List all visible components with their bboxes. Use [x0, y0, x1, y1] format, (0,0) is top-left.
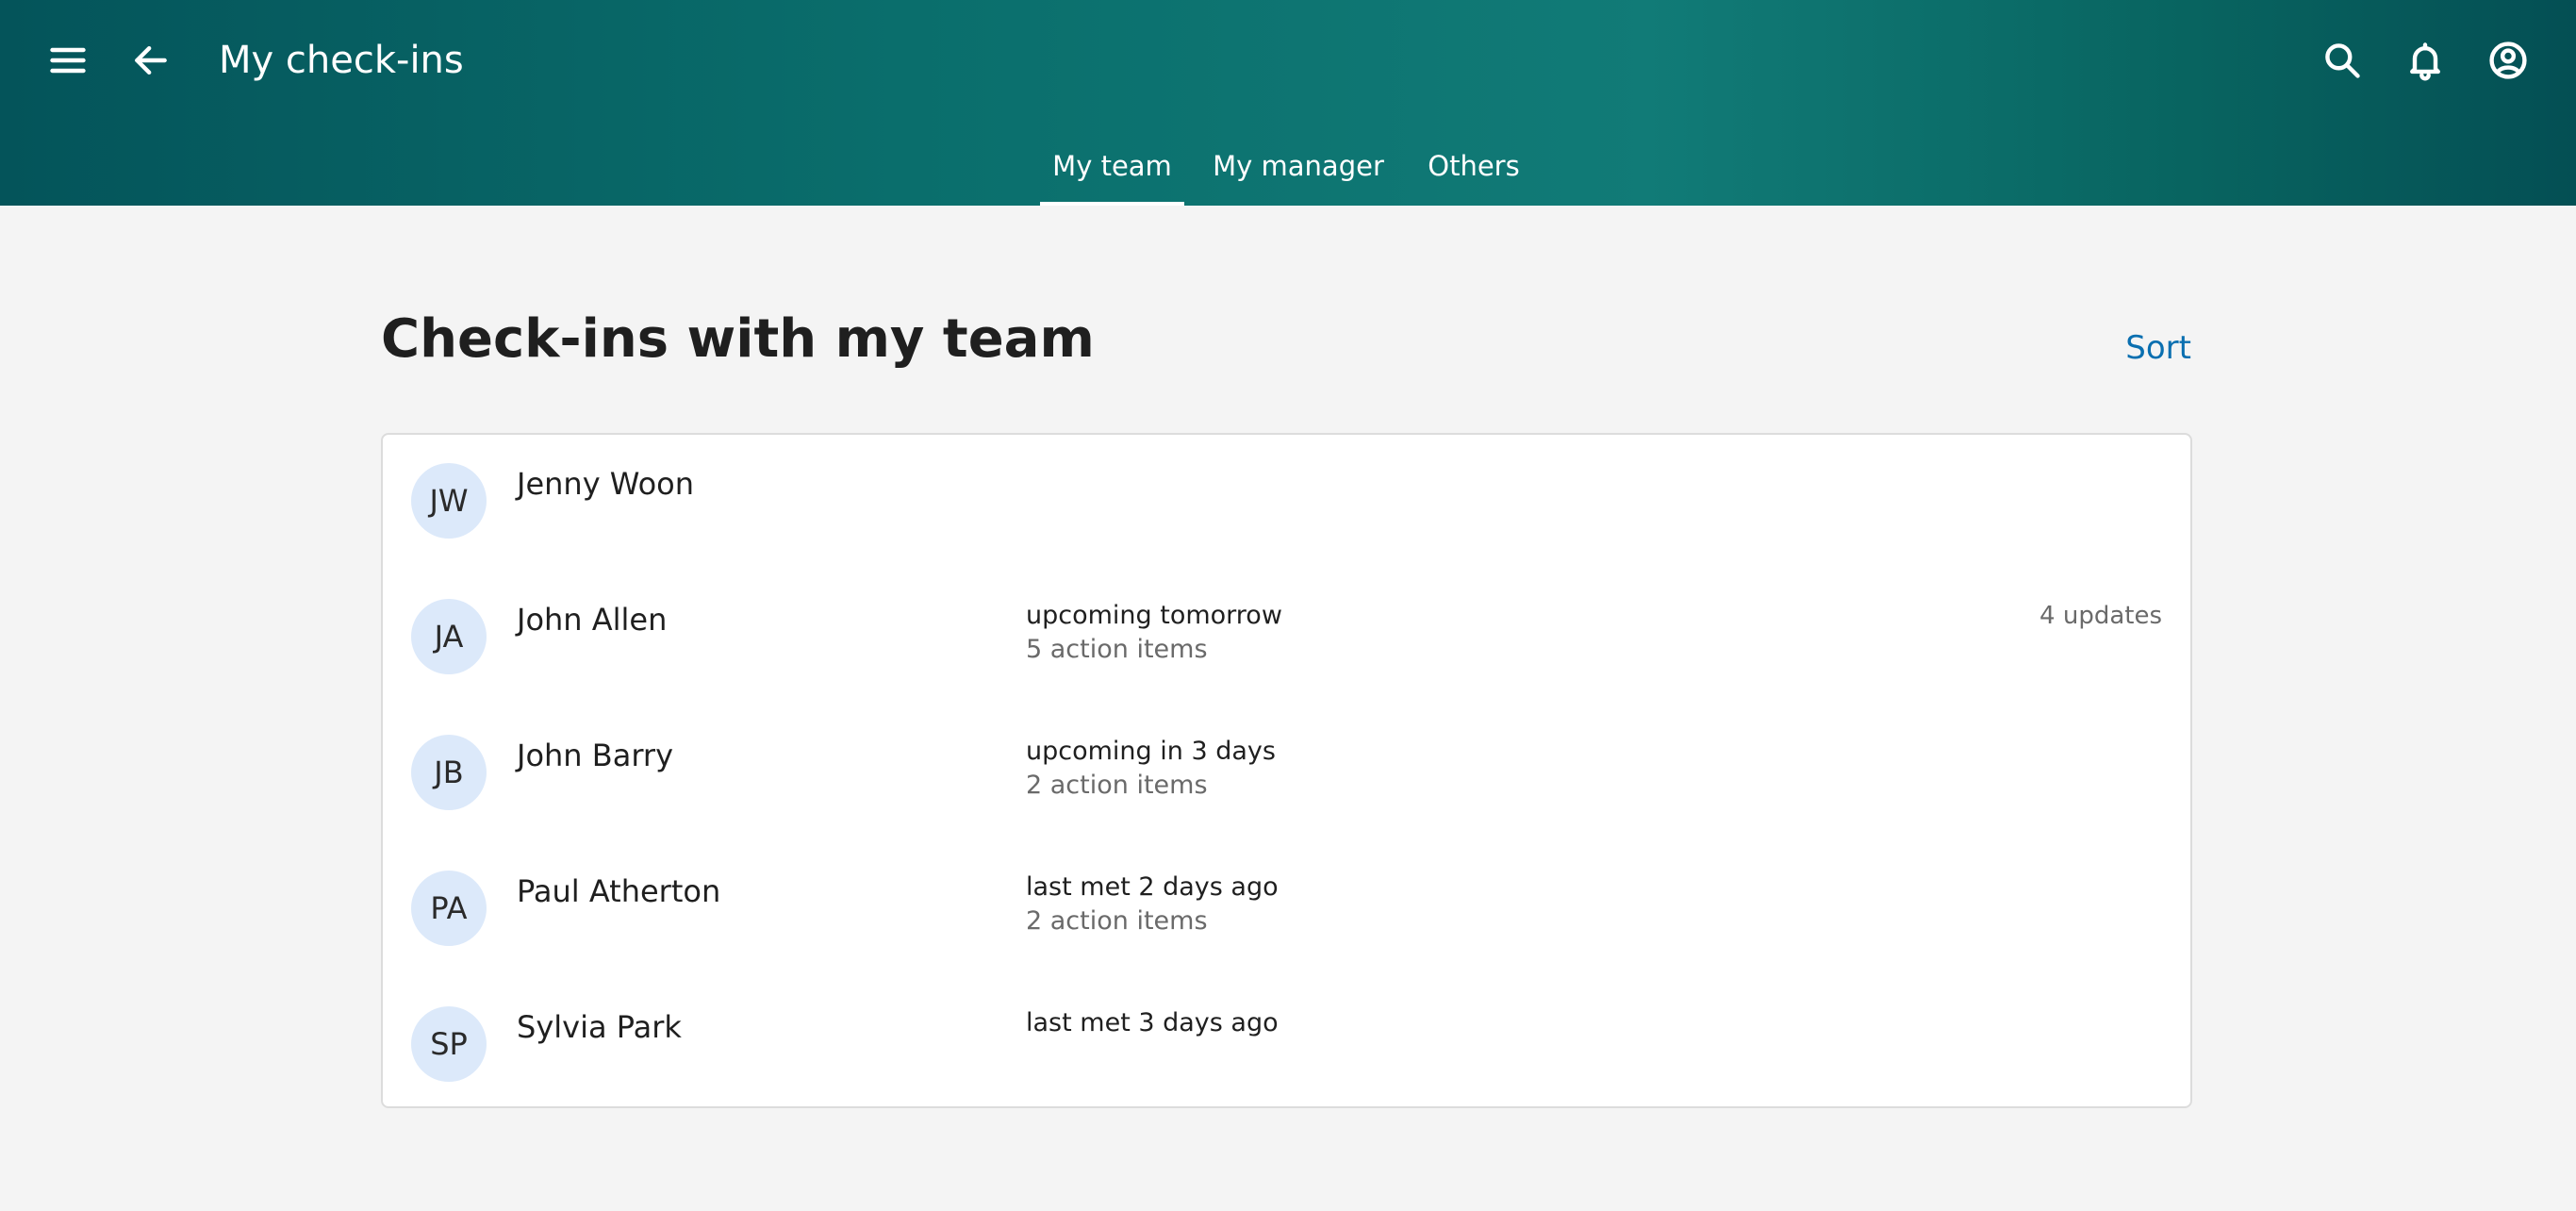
checkin-status: upcoming in 3 days: [1026, 737, 1276, 766]
account-circle-icon: [2489, 41, 2527, 79]
list-item[interactable]: JA John Allen upcoming tomorrow 5 action…: [383, 571, 2190, 706]
avatar: JB: [411, 735, 487, 810]
menu-button[interactable]: [34, 26, 102, 94]
account-button[interactable]: [2474, 26, 2542, 94]
search-icon: [2325, 43, 2360, 78]
arrow-left-icon: [135, 45, 167, 75]
list-item[interactable]: JW Jenny Woon: [383, 435, 2190, 571]
avatar: JW: [411, 463, 487, 539]
person-name: Paul Atherton: [517, 873, 721, 909]
bell-icon: [2410, 42, 2440, 81]
sort-button[interactable]: Sort: [2110, 325, 2191, 371]
search-button[interactable]: [2308, 26, 2376, 94]
checkin-status: last met 3 days ago: [1026, 1008, 1279, 1037]
page-title: My check-ins: [219, 39, 464, 82]
section-heading: Check-ins with my team: [381, 308, 1095, 370]
list-item[interactable]: SP Sylvia Park last met 3 days ago: [383, 978, 2190, 1114]
avatar: PA: [411, 871, 487, 946]
back-button[interactable]: [117, 26, 185, 94]
notifications-button[interactable]: [2391, 26, 2459, 94]
person-name: Sylvia Park: [517, 1009, 682, 1045]
avatar: SP: [411, 1006, 487, 1082]
action-items-count: 5 action items: [1026, 635, 1208, 664]
team-checkins-list: JW Jenny Woon JA John Allen upcoming tom…: [381, 433, 2192, 1108]
checkin-status: upcoming tomorrow: [1026, 601, 1282, 630]
person-name: John Barry: [517, 738, 673, 773]
tab-bar: My team My manager Others: [0, 141, 2576, 206]
updates-count: 4 updates: [2039, 602, 2162, 630]
tab-others[interactable]: Others: [1416, 141, 1531, 206]
list-item[interactable]: JB John Barry upcoming in 3 days 2 actio…: [383, 706, 2190, 842]
person-name: John Allen: [517, 602, 668, 638]
checkin-status: last met 2 days ago: [1026, 872, 1279, 902]
avatar: JA: [411, 599, 487, 674]
action-items-count: 2 action items: [1026, 771, 1208, 800]
action-items-count: 2 action items: [1026, 906, 1208, 936]
person-name: Jenny Woon: [517, 466, 694, 502]
list-item[interactable]: PA Paul Atherton last met 2 days ago 2 a…: [383, 842, 2190, 978]
app-bar: My check-ins My team My manager Others: [0, 0, 2576, 206]
tab-my-team[interactable]: My team: [1040, 141, 1184, 206]
tab-my-manager[interactable]: My manager: [1209, 141, 1388, 206]
menu-icon: [50, 47, 86, 74]
